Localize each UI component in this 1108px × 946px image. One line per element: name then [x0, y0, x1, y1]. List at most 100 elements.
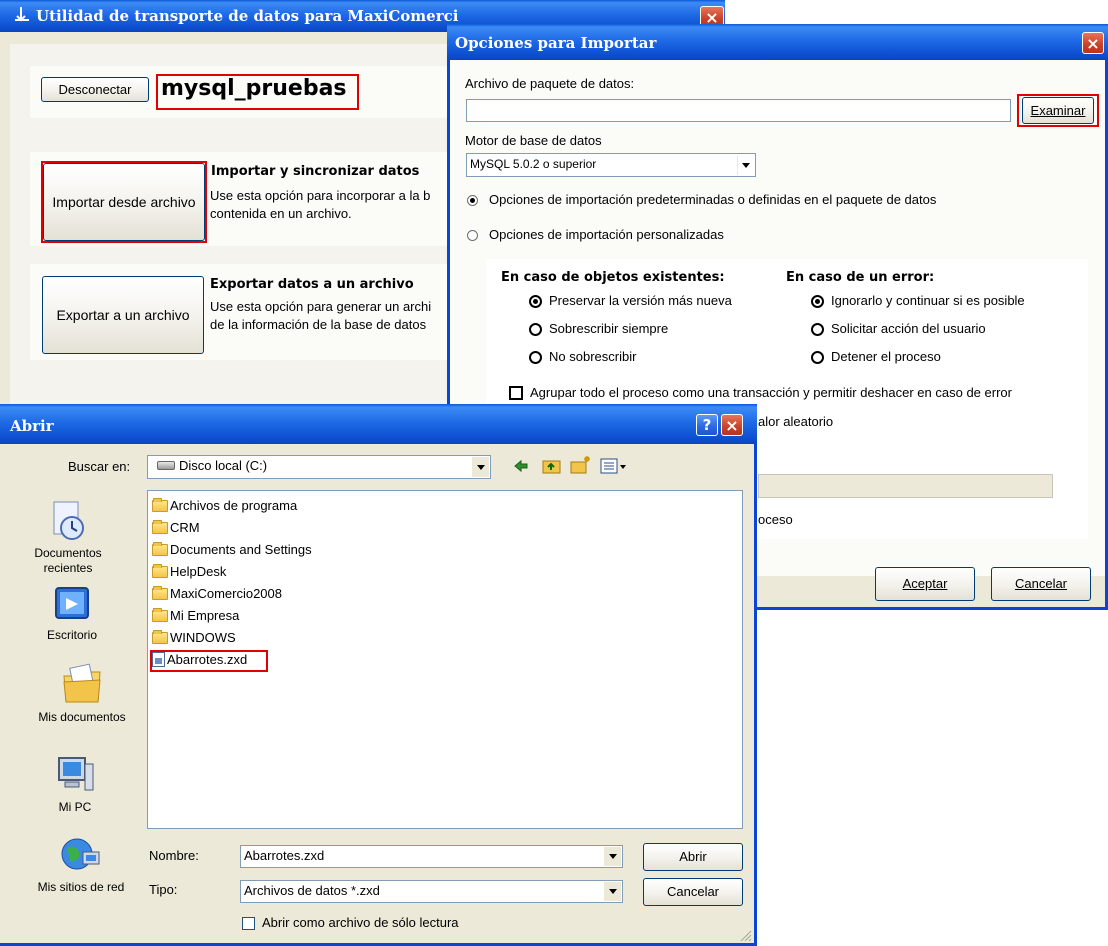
list-item[interactable]: CRM — [152, 517, 200, 539]
engine-value: MySQL 5.0.2 o superior — [470, 157, 597, 171]
look-in-label: Buscar en: — [68, 459, 131, 474]
readonly-checkbox[interactable] — [242, 917, 255, 930]
package-file-label: Archivo de paquete de datos: — [465, 76, 635, 91]
place-recent-documents-label: Documentos recientes — [34, 546, 102, 575]
file-name-dropdown-icon[interactable] — [604, 847, 621, 866]
open-dialog-titlebar: Abrir — [0, 404, 757, 444]
place-my-documents-label: Mis documentos — [38, 710, 126, 724]
existing-option-no-overwrite-label: No sobrescribir — [549, 349, 637, 364]
recent-documents-icon — [48, 500, 88, 542]
readonly-label: Abrir como archivo de sólo lectura — [262, 915, 459, 930]
import-button-highlight — [41, 161, 207, 243]
folder-icon — [152, 498, 168, 512]
existing-option-overwrite-label: Sobrescribir siempre — [549, 321, 669, 336]
import-description: Use esta opción para incorporar a la b c… — [210, 188, 431, 221]
folder-icon — [152, 564, 168, 578]
place-desktop-label: Escritorio — [46, 628, 97, 642]
list-item[interactable]: Documents and Settings — [152, 539, 312, 561]
existing-option-preserve[interactable] — [529, 295, 542, 308]
place-my-computer[interactable]: Mi PC — [10, 754, 140, 814]
open-button[interactable]: Abrir — [643, 843, 743, 871]
error-option-stop-label: Detener el proceso — [831, 349, 941, 364]
list-item[interactable]: HelpDesk — [152, 561, 226, 583]
cancel-open-button[interactable]: Cancelar — [643, 878, 743, 906]
new-folder-icon[interactable] — [570, 455, 592, 475]
accept-button[interactable]: Aceptar — [875, 567, 975, 601]
error-option-ignore-label: Ignorarlo y continuar si es posible — [831, 293, 1025, 308]
engine-select[interactable]: MySQL 5.0.2 o superior — [466, 153, 756, 177]
engine-label: Motor de base de datos — [465, 133, 602, 148]
file-type-dropdown-icon[interactable] — [604, 882, 621, 901]
import-heading: Importar y sincronizar datos — [211, 164, 420, 179]
file-type-select[interactable]: Archivos de datos *.zxd — [240, 880, 623, 903]
error-option-ask[interactable] — [811, 323, 824, 336]
network-places-icon — [59, 836, 103, 876]
import-options-close-icon[interactable]: × — [1082, 32, 1104, 54]
file-name-value: Abarrotes.zxd — [244, 848, 325, 863]
file-type-label: Tipo: — [149, 882, 178, 897]
up-folder-icon[interactable] — [542, 457, 562, 475]
view-menu-icon[interactable] — [600, 457, 628, 475]
existing-option-preserve-label: Preservar la versión más nueva — [549, 293, 732, 308]
folder-icon — [152, 630, 168, 644]
error-option-ignore[interactable] — [811, 295, 824, 308]
transaction-label: Agrupar todo el proceso como una transac… — [530, 385, 1012, 400]
place-desktop[interactable]: Escritorio — [7, 584, 137, 642]
process-label-partial: oceso — [758, 512, 793, 527]
error-option-ask-label: Solicitar acción del usuario — [831, 321, 986, 336]
export-to-file-button[interactable]: Exportar a un archivo — [42, 276, 204, 354]
look-in-select[interactable]: Disco local (C:) — [147, 455, 491, 479]
look-in-value: Disco local (C:) — [179, 458, 268, 473]
error-option-stop[interactable] — [811, 351, 824, 364]
random-value-label-partial: alor aleatorio — [758, 414, 834, 429]
package-file-input[interactable] — [466, 99, 1011, 122]
transaction-checkbox[interactable] — [509, 386, 523, 400]
main-window-title: Utilidad de transporte de datos para Max… — [36, 7, 459, 25]
selected-file-highlight — [150, 650, 268, 672]
radio-default-options[interactable] — [467, 195, 478, 206]
existing-option-overwrite[interactable] — [529, 323, 542, 336]
help-icon[interactable]: ? — [696, 414, 718, 436]
place-my-computer-label: Mi PC — [58, 800, 92, 814]
place-my-documents[interactable]: Mis documentos — [17, 662, 147, 724]
look-in-dropdown-icon[interactable] — [472, 457, 489, 477]
resize-grip-icon[interactable] — [738, 928, 752, 942]
export-heading: Exportar datos a un archivo — [210, 277, 414, 292]
folder-icon — [152, 520, 168, 534]
radio-custom-label: Opciones de importación personalizadas — [489, 227, 724, 242]
accept-label: Aceptar — [902, 576, 948, 591]
folder-icon — [152, 586, 168, 600]
list-item[interactable]: WINDOWS — [152, 627, 236, 649]
error-heading: En caso de un error: — [786, 270, 935, 285]
back-icon[interactable] — [512, 457, 530, 475]
cancel-import-label: Cancelar — [1014, 576, 1068, 591]
app-icon — [12, 3, 32, 22]
open-dialog-title: Abrir — [10, 417, 54, 435]
file-name-input[interactable]: Abarrotes.zxd — [240, 845, 623, 868]
disconnect-button[interactable]: Desconectar — [41, 77, 149, 102]
existing-option-no-overwrite[interactable] — [529, 351, 542, 364]
folder-icon — [152, 608, 168, 622]
drive-icon — [157, 461, 175, 470]
place-network[interactable]: Mis sitios de red — [16, 836, 146, 894]
list-item[interactable]: Mi Empresa — [152, 605, 239, 627]
browse-button-highlight — [1017, 94, 1099, 127]
list-item[interactable]: MaxiComercio2008 — [152, 583, 282, 605]
file-list[interactable]: Archivos de programa CRM Documents and S… — [147, 490, 743, 829]
import-options-titlebar: Opciones para Importar — [447, 24, 1108, 60]
list-item[interactable]: Archivos de programa — [152, 495, 297, 517]
my-documents-icon — [60, 662, 104, 706]
open-file-dialog: Abrir ? × Buscar en: Disco local (C:) Do… — [0, 404, 757, 946]
place-recent-documents[interactable]: Documentos recientes — [3, 500, 133, 576]
file-type-value: Archivos de datos *.zxd — [244, 883, 380, 898]
import-options-title: Opciones para Importar — [455, 34, 657, 52]
radio-custom-options[interactable] — [467, 230, 478, 241]
progress-bar — [758, 474, 1053, 498]
place-network-label: Mis sitios de red — [37, 880, 125, 894]
my-computer-icon — [55, 754, 95, 796]
engine-dropdown-icon[interactable] — [737, 155, 754, 175]
folder-icon — [152, 542, 168, 556]
radio-default-label: Opciones de importación predeterminadas … — [489, 192, 937, 207]
open-dialog-close-icon[interactable]: × — [721, 414, 743, 436]
cancel-import-button[interactable]: Cancelar — [991, 567, 1091, 601]
